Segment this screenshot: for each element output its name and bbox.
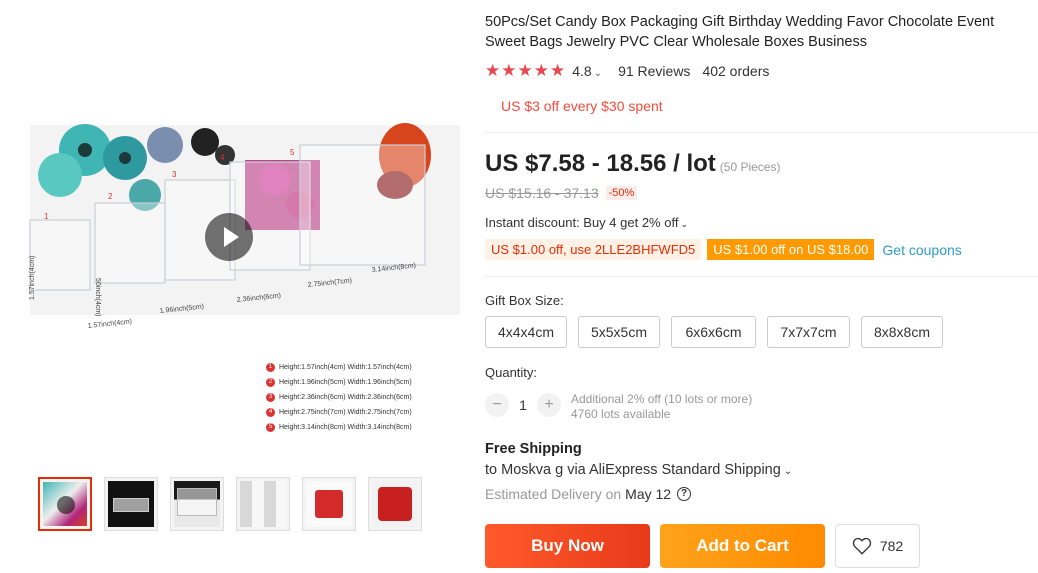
quantity-info: Additional 2% off (10 lots or more) 4760… [571, 392, 752, 422]
legend-num: 1 [266, 362, 275, 372]
quantity-stepper: − 1 + Additional 2% off (10 lots or more… [485, 392, 752, 422]
coupons-row: US $1.00 off, use 2LLE2BHFWFD5 US $1.00 … [485, 239, 962, 260]
buy-now-button[interactable]: Buy Now [485, 524, 650, 568]
legend-row: 3 Height:2.36inch(6cm) Width:2.36inch(6cm… [266, 390, 412, 405]
price: US $7.58 - 18.56 / lot (50 Pieces) [485, 150, 780, 178]
heart-icon [852, 537, 871, 555]
coupon-code[interactable]: US $1.00 off, use 2LLE2BHFWFD5 [485, 239, 702, 260]
gift-shape [378, 487, 412, 521]
shipping-destination-text: to Moskva g via AliExpress Standard Ship… [485, 462, 781, 478]
star-rating-icon: ★★★★★ [485, 61, 567, 80]
size-label: Gift Box Size: [485, 293, 564, 308]
rating-value[interactable]: 4.8 ⌄ [572, 63, 602, 79]
chevron-down-icon: ⌄ [680, 219, 688, 229]
legend-text: Height:1.57inch(4cm) Width:1.57inch(4cm) [279, 364, 412, 371]
legend-row: 4 Height:2.75inch(7cm) Width:2.75inch(7cm… [266, 405, 412, 420]
store-promo: US $3 off every $30 spent [501, 98, 663, 114]
play-icon [57, 496, 75, 514]
legend-num: 4 [266, 407, 275, 417]
box-number: 2 [108, 192, 113, 201]
legend-num: 2 [266, 377, 275, 387]
size-option-4cm[interactable]: 4x4x4cm [485, 316, 567, 348]
side-label: 50inch(4cm) [94, 278, 101, 317]
reviews-link[interactable]: 91 Reviews [618, 63, 690, 79]
legend-text: Height:2.36inch(6cm) Width:2.36inch(6cm) [279, 394, 412, 401]
wishlist-button[interactable]: 782 [835, 524, 920, 568]
orders-count: 402 orders [702, 63, 770, 79]
legend-text: Height:1.96inch(5cm) Width:1.96inch(5cm) [279, 379, 412, 386]
size-option-5cm[interactable]: 5x5x5cm [578, 316, 660, 348]
legend-num: 5 [266, 422, 275, 432]
rating-number: 4.8 [572, 63, 592, 79]
box-number: 1 [44, 212, 49, 221]
decrease-quantity-button[interactable]: − [485, 393, 509, 417]
box-shape [177, 488, 217, 516]
delivery-label: Estimated Delivery on [485, 486, 622, 502]
legend-row: 5 Height:3.14inch(8cm) Width:3.14inch(8cm… [266, 420, 412, 435]
size-legend: 1 Height:1.57inch(4cm) Width:1.57inch(4cm… [266, 360, 412, 435]
legend-row: 2 Height:1.96inch(5cm) Width:1.96inch(5cm… [266, 375, 412, 390]
product-title: 50Pcs/Set Candy Box Packaging Gift Birth… [485, 14, 995, 50]
original-price: US $15.16 - 37.13 [485, 185, 599, 201]
legend-num: 3 [266, 392, 275, 402]
estimated-delivery: Estimated Delivery on May 12 ? [485, 486, 692, 502]
legend-text: Height:2.75inch(7cm) Width:2.75inch(7cm) [279, 409, 412, 416]
wishlist-count: 782 [879, 538, 904, 554]
discount-badge: -50% [605, 186, 638, 200]
side-label: 1.57inch(4cm) [29, 256, 36, 300]
price-range: US $7.58 - 18.56 / lot [485, 150, 716, 177]
gift-shape [315, 490, 343, 518]
rating-row: ★★★★★ 4.8 ⌄ 91 Reviews 402 orders [485, 61, 769, 81]
legend-text: Height:3.14inch(8cm) Width:3.14inch(8cm) [279, 424, 412, 431]
legend-row: 1 Height:1.57inch(4cm) Width:1.57inch(4cm… [266, 360, 412, 375]
action-buttons: Buy Now Add to Cart 782 [485, 524, 920, 568]
original-price-row: US $15.16 - 37.13 -50% [485, 185, 638, 201]
box-number: 3 [172, 170, 177, 179]
get-coupons-link[interactable]: Get coupons [882, 242, 961, 258]
thumbnail-1[interactable] [38, 477, 92, 531]
size-option-7cm[interactable]: 7x7x7cm [767, 316, 850, 348]
divider [485, 132, 1038, 133]
coupon-threshold[interactable]: US $1.00 off on US $18.00 [707, 239, 875, 260]
thumbnail-2[interactable] [104, 477, 158, 531]
shipping-destination[interactable]: to Moskva g via AliExpress Standard Ship… [485, 462, 792, 478]
box-number: 5 [290, 148, 295, 157]
divider [485, 276, 1038, 277]
add-to-cart-button[interactable]: Add to Cart [660, 524, 825, 568]
shipping-title: Free Shipping [485, 441, 582, 457]
thumbnail-strip [38, 477, 422, 531]
chevron-down-icon: ⌄ [783, 466, 793, 477]
thumbnail-4[interactable] [236, 477, 290, 531]
bulk-discount-note: Additional 2% off (10 lots or more) [571, 392, 753, 406]
quantity-input[interactable]: 1 [509, 392, 537, 418]
stock-available: 4760 lots available [571, 407, 671, 421]
quantity-label: Quantity: [485, 365, 538, 380]
box-number: 4 [220, 153, 225, 162]
instant-discount-text: Instant discount: Buy 4 get 2% off [485, 215, 679, 230]
thumbnail-6[interactable] [368, 477, 422, 531]
thumbnail-3[interactable] [170, 477, 224, 531]
increase-quantity-button[interactable]: + [537, 393, 561, 417]
size-options: 4x4x4cm 5x5x5cm 6x6x6cm 7x7x7cm 8x8x8cm [485, 316, 943, 348]
size-option-6cm[interactable]: 6x6x6cm [671, 316, 756, 348]
chevron-down-icon: ⌄ [593, 68, 603, 79]
thumbnail-5[interactable] [302, 477, 356, 531]
instant-discount[interactable]: Instant discount: Buy 4 get 2% off ⌄ [485, 215, 688, 230]
box-shape [113, 498, 149, 512]
delivery-date: May 12 [625, 486, 672, 502]
help-icon[interactable]: ? [677, 487, 692, 501]
play-video-button[interactable] [205, 213, 253, 261]
size-option-8cm[interactable]: 8x8x8cm [861, 316, 943, 348]
product-main-image[interactable]: 1 2 3 4 5 1.57inch(4cm) 1.96inch(5cm) 2.… [0, 100, 466, 460]
dimension-label: 1.57inch(4cm) [87, 318, 132, 330]
lot-size: (50 Pieces) [719, 160, 781, 174]
